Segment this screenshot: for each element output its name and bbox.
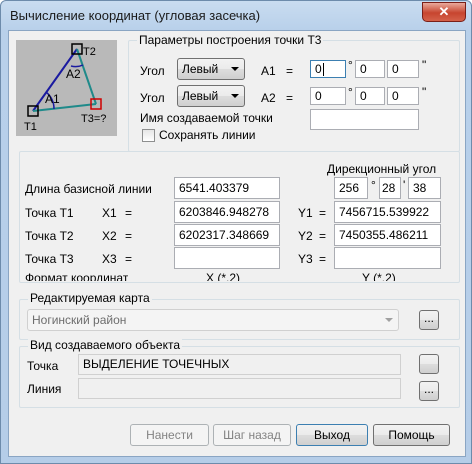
angle2-side-value: Левый	[182, 89, 219, 103]
close-button[interactable]: ✕	[422, 2, 466, 22]
angle2-label: Угол	[140, 91, 165, 105]
chevron-down-icon	[385, 318, 393, 322]
direction-min-symbol: '	[403, 178, 406, 192]
x2-label: X2	[102, 229, 117, 243]
angle1-side-select[interactable]: Левый	[177, 58, 245, 80]
text-caret	[322, 63, 324, 77]
save-lines-checkbox[interactable]	[142, 129, 155, 142]
angle1-side-value: Левый	[182, 62, 219, 76]
save-lines-label[interactable]: Сохранять линии	[159, 128, 256, 142]
angle2-side-select[interactable]: Левый	[177, 85, 245, 107]
angle1-minutes-input[interactable]: 0	[355, 60, 385, 78]
direction-deg-symbol: °	[371, 178, 376, 192]
exit-button[interactable]: Выход	[296, 424, 368, 446]
x2-field[interactable]: 6202317.348669	[174, 224, 280, 246]
params-legend: Параметры построения точки Т3	[137, 33, 324, 47]
angle2-name: A2	[261, 91, 276, 105]
x1-field[interactable]: 6203846.948278	[174, 201, 280, 223]
y1-eq: =	[319, 206, 327, 220]
direction-minutes-field[interactable]: 28	[379, 177, 401, 199]
angle2-deg-symbol: °	[348, 85, 353, 99]
object-point-label: Точка	[27, 359, 59, 373]
apply-button[interactable]: Нанести	[130, 424, 209, 446]
label-t1: T1	[24, 121, 37, 133]
angle2-degrees-input[interactable]: 0	[310, 87, 346, 105]
object-point-field: ВЫДЕЛЕНИЕ ТОЧЕЧНЫХ	[78, 354, 401, 375]
map-browse-button[interactable]: ...	[419, 310, 439, 330]
label-a1: A1	[45, 92, 60, 106]
angle2-minutes-input[interactable]: 0	[355, 87, 385, 105]
angle2-sec-symbol: "	[422, 85, 427, 99]
x3-field[interactable]	[174, 247, 280, 269]
direction-degrees-field[interactable]: 256	[334, 177, 368, 199]
object-legend: Вид создаваемого объекта	[28, 338, 183, 352]
t3-label: Точка Т3	[25, 252, 74, 266]
y3-field[interactable]	[334, 247, 441, 269]
side-line-1	[32, 103, 97, 112]
angle1-deg-symbol: °	[348, 58, 353, 72]
step-back-button[interactable]: Шаг назад	[213, 424, 291, 446]
help-button[interactable]: Помощь	[373, 424, 450, 446]
angle1-name: A1	[261, 64, 276, 78]
y1-label: Y1	[298, 206, 313, 220]
x1-eq: =	[125, 206, 133, 220]
angle1-eq: =	[286, 64, 294, 78]
map-legend: Редактируемая карта	[28, 291, 152, 305]
label-t2: T2	[83, 46, 96, 58]
dialog-window: Вычисление координат (угловая засечка) ✕…	[0, 0, 472, 464]
dialog-client: T2 A2 A1 T1 T3=? Параметры построения то…	[8, 30, 466, 457]
point-name-label: Имя создаваемой точки	[140, 111, 273, 125]
x2-eq: =	[125, 229, 133, 243]
x3-label: X3	[102, 252, 117, 266]
base-length-field[interactable]: 6541.403379	[174, 177, 280, 199]
angle1-degrees-input[interactable]: 0	[310, 60, 346, 78]
t2-label: Точка Т2	[25, 229, 74, 243]
angle1-label: Угол	[140, 64, 165, 78]
coord-format-label: Формат координат	[25, 271, 129, 281]
y2-eq: =	[319, 229, 327, 243]
triangle-diagram: T2 A2 A1 T1 T3=?	[16, 40, 117, 136]
point-name-input[interactable]	[310, 109, 419, 130]
angle1-degrees-value: 0	[315, 62, 322, 76]
window-title: Вычисление координат (угловая засечка)	[10, 8, 261, 23]
triangle-diagram-svg: T2 A2 A1 T1 T3=?	[24, 43, 106, 133]
object-line-label: Линия	[27, 382, 62, 396]
map-select-value: Ногинский район	[32, 313, 127, 327]
label-a2: A2	[66, 67, 81, 81]
object-line-field	[78, 378, 401, 399]
label-t3: T3=?	[81, 113, 106, 125]
object-line-browse-button[interactable]: ...	[419, 381, 439, 401]
y1-field[interactable]: 7456715.539922	[334, 201, 441, 223]
coord-format-x: X (*.2)	[206, 271, 241, 281]
t1-label: Точка Т1	[25, 206, 74, 220]
object-point-button[interactable]	[419, 354, 439, 374]
map-select: Ногинский район	[27, 309, 399, 331]
angle1-seconds-input[interactable]: 0	[387, 60, 419, 78]
direction-angle-label: Дирекционный угол	[327, 162, 437, 176]
y2-field[interactable]: 7450355.486211	[334, 224, 441, 246]
angle2-seconds-input[interactable]: 0	[387, 87, 419, 105]
angle2-eq: =	[286, 91, 294, 105]
base-length-label: Длина базисной линии	[25, 182, 152, 196]
coord-format-y: Y (*.2)	[362, 271, 396, 281]
angle1-sec-symbol: "	[422, 58, 427, 72]
direction-seconds-field[interactable]: 38	[408, 177, 441, 199]
y3-eq: =	[319, 252, 327, 266]
x3-eq: =	[125, 252, 133, 266]
chevron-down-icon	[231, 94, 239, 98]
y2-label: Y2	[298, 229, 313, 243]
x1-label: X1	[102, 206, 117, 220]
y3-label: Y3	[298, 252, 313, 266]
chevron-down-icon	[231, 67, 239, 71]
